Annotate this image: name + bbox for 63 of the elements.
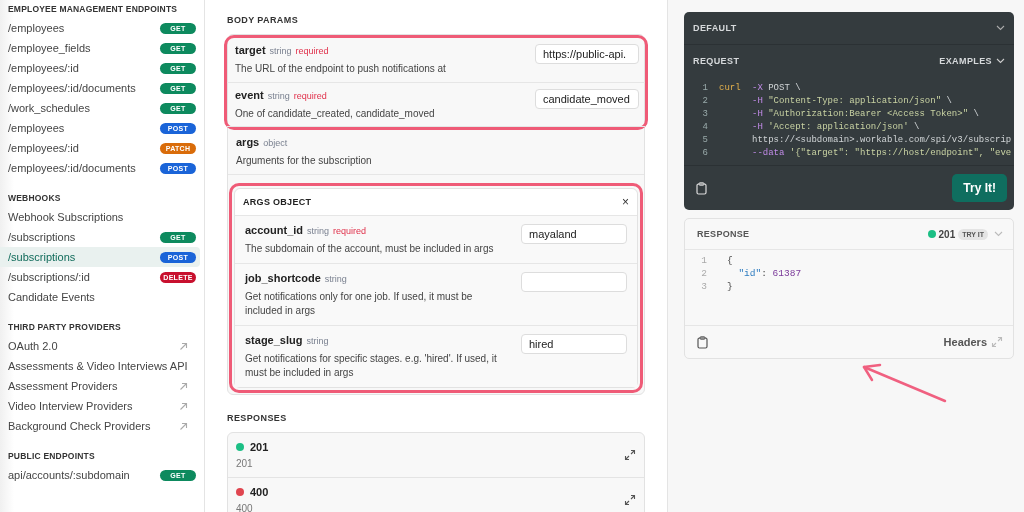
response-code[interactable]: 201 [250,441,269,453]
headers-link[interactable]: Headers [943,336,987,348]
param-description: The subdomain of the account, must be included in args [245,241,495,255]
param-description: Get notifications for specific stages. e.g. 'hired'. If used, it must be included in args [245,352,498,379]
section-heading: WEBHOOKS [7,192,62,205]
code-block: 1 curl -X POST \ 2 -H "Content-Type: application/json" \ 3 -H "Authorization:Bearer <Access Token>" \ 4 -H 'Accept: application/json' \ 5 https://<subdomain>.workable.com/spi/v3/subscrip 6 --data '{"target": "https://host/endpoint", "eve [684,77,1014,166]
chevron-down-icon[interactable] [996,58,1005,64]
chevron-down-icon[interactable] [996,25,1005,31]
param-type: string [306,336,329,346]
param-input[interactable]: mayaland [521,223,627,244]
param-description: The URL of the endpoint to push notifications at [235,62,447,76]
sidebar-item[interactable]: Background Check Providers [0,416,200,436]
section-heading: EMPLOYEE MANAGEMENT ENDPOINTS [7,3,179,16]
response-code[interactable]: 400 [250,486,269,498]
request-title: REQUEST [693,56,740,66]
param-description: One of candidate_created, candidate_moved [235,106,436,120]
section-heading: BODY PARAMS [227,15,300,25]
response-description: 201 [236,458,254,469]
default-selector[interactable]: DEFAULT [693,23,737,33]
param-input[interactable]: https://public-api. [535,44,639,64]
param-name: event [235,88,264,101]
param-input[interactable]: hired [521,334,627,354]
param-name: account_id [245,223,304,236]
examples-dropdown[interactable]: EXAMPLES [939,56,992,66]
status-code: 201 [938,228,956,240]
clipboard-icon[interactable] [697,335,708,349]
param-type: string [307,225,330,236]
param-type: string [269,46,292,56]
param-input[interactable] [521,272,627,292]
param-type: string [324,274,347,284]
expand-icon[interactable] [624,494,636,506]
sidebar-item[interactable]: Assessment Providers [0,376,200,396]
args-object-title: ARGS OBJECT [243,196,312,207]
section-heading: PUBLIC ENDPOINTS [7,450,96,463]
section-heading: THIRD PARTY PROVIDERS [7,321,122,334]
param-name: args [236,136,260,148]
sidebar-item[interactable]: OAuth 2.0 [0,336,200,356]
sidebar-item[interactable]: Candidate Events [0,287,200,307]
external-link-icon [179,341,188,351]
param-type: object [263,138,288,148]
sidebar-item[interactable]: Video Interview Providers [0,396,200,416]
required-label: required [333,225,367,236]
required-label: required [293,90,327,101]
section-heading: RESPONSES [227,413,288,423]
required-label: required [295,46,329,56]
sidebar-item[interactable]: Assessments & Video Interviews API [0,356,200,376]
response-description: 400 [236,503,254,512]
expand-icon[interactable] [624,449,636,461]
external-link-icon [179,381,188,391]
param-description: Get notifications only for one job. If used, it must be included in args [245,290,474,317]
param-name: job_shortcode [245,272,321,284]
response-title: RESPONSE [697,229,750,239]
param-name: stage_slug [245,334,303,346]
param-type: string [267,90,290,101]
external-link-icon [179,421,188,431]
response-code-block: 1 { 2 "id": 61387 3 } [685,250,1013,326]
sidebar-item[interactable]: Webhook Subscriptions [0,207,200,227]
param-input[interactable]: candidate_moved [535,88,639,109]
param-description: Arguments for the subscription [236,154,373,168]
external-link-icon [179,401,188,411]
param-name: target [235,44,266,56]
try-it-button[interactable]: Try It! [952,174,1007,202]
close-button[interactable]: × [622,194,629,209]
